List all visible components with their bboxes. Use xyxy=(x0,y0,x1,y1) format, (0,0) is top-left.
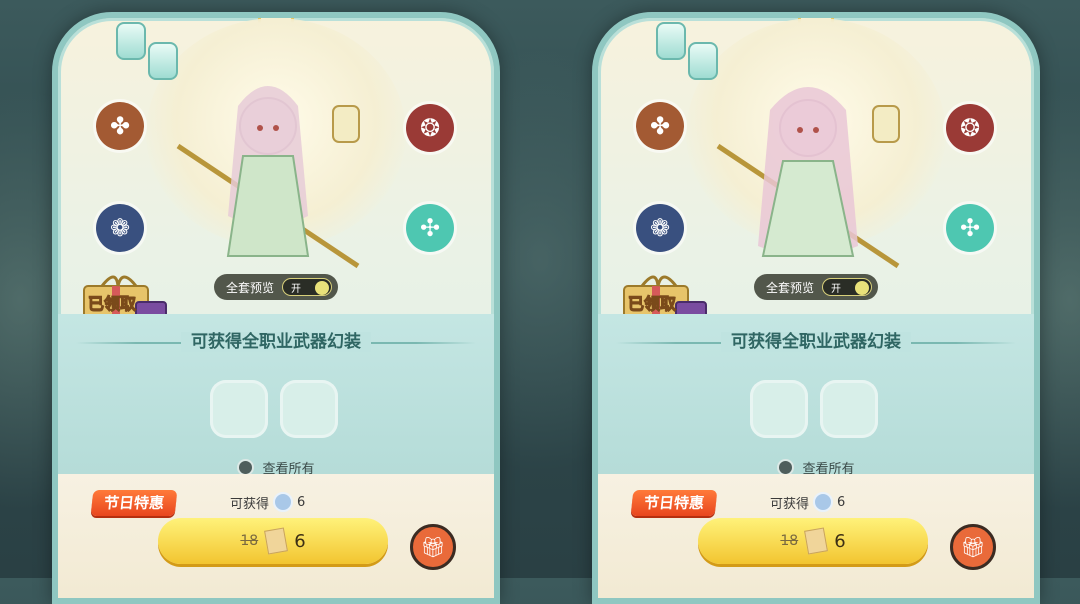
character-illustration xyxy=(176,86,360,269)
costume-card-right: ✤ ❂ ❁ ✣ 全套预览 开 已领取 可获得全职业武器幻装 查看所有 节日特惠 … xyxy=(592,12,1040,604)
obtain-label: 可获得 xyxy=(770,496,810,512)
costume-card-left: ✤ ❂ ❁ ✣ 全套预览 开 已领取 可获得全职业武器幻装 查看所有 节日特惠 … xyxy=(52,12,500,604)
teal-emblem-icon[interactable]: ✣ xyxy=(406,204,454,252)
toggle-knob xyxy=(855,281,870,295)
obtain-count: 6 xyxy=(297,494,306,510)
preview-label: 全套预览 xyxy=(766,280,815,295)
toggle-label: 开 xyxy=(291,283,302,295)
weapon-costume-spear[interactable] xyxy=(210,380,268,438)
weapon-section: 可获得全职业武器幻装 查看所有 xyxy=(598,314,1034,477)
claimed-label: 已领取 xyxy=(87,294,137,314)
festival-sale-badge: 节日特惠 xyxy=(90,490,178,516)
obtain-label: 可获得 xyxy=(230,496,270,512)
section-title-wrap: 可获得全职业武器幻装 xyxy=(598,327,1034,352)
original-price: 18 xyxy=(240,533,259,549)
festival-sale-badge: 节日特惠 xyxy=(630,490,718,516)
preview-label: 全套预览 xyxy=(226,280,275,295)
toggle-switch[interactable]: 开 xyxy=(282,278,333,296)
teal-emblem-icon[interactable]: ✣ xyxy=(946,204,994,252)
weapon-section: 可获得全职业武器幻装 查看所有 xyxy=(58,314,494,477)
brown-emblem-icon[interactable]: ✤ xyxy=(96,102,144,150)
full-set-preview-toggle[interactable]: 全套预览 开 xyxy=(754,274,879,300)
diamond-icon xyxy=(813,492,834,512)
weapon-costume-lantern[interactable] xyxy=(280,380,338,438)
weapon-costume-lantern[interactable] xyxy=(820,380,878,438)
section-title: 可获得全职业武器幻装 xyxy=(181,332,371,352)
diamond-icon xyxy=(273,492,294,512)
toggle-label: 开 xyxy=(831,283,842,295)
blue-emblem-icon[interactable]: ❁ xyxy=(636,204,684,252)
ticket-icon xyxy=(804,527,829,555)
original-price: 18 xyxy=(780,533,799,549)
section-title: 可获得全职业武器幻装 xyxy=(721,332,911,352)
ticket-icon xyxy=(264,527,289,555)
purchase-section: 节日特惠 可获得 6 18 6 🎁︎ xyxy=(598,474,1034,598)
blue-emblem-icon[interactable]: ❁ xyxy=(96,204,144,252)
character-illustration xyxy=(716,87,900,269)
section-title-wrap: 可获得全职业武器幻装 xyxy=(58,327,494,352)
purchase-section: 节日特惠 可获得 6 18 6 🎁︎ xyxy=(58,474,494,598)
gift-button-icon[interactable]: 🎁︎ xyxy=(950,524,996,570)
lantern-icon xyxy=(656,22,686,60)
brown-emblem-icon[interactable]: ✤ xyxy=(636,102,684,150)
weapon-costume-spear[interactable] xyxy=(750,380,808,438)
gift-button-icon[interactable]: 🎁︎ xyxy=(410,524,456,570)
red-emblem-icon[interactable]: ❂ xyxy=(406,104,454,152)
sale-price: 6 xyxy=(834,530,846,552)
toggle-knob xyxy=(315,281,330,295)
buy-button[interactable]: 18 6 xyxy=(698,518,928,564)
buy-button[interactable]: 18 6 xyxy=(158,518,388,564)
toggle-switch[interactable]: 开 xyxy=(822,278,873,296)
obtain-info: 可获得 6 xyxy=(230,492,305,512)
claimed-label: 已领取 xyxy=(627,294,677,314)
red-emblem-icon[interactable]: ❂ xyxy=(946,104,994,152)
lantern-icon xyxy=(116,22,146,60)
sale-price: 6 xyxy=(294,530,306,552)
obtain-info: 可获得 6 xyxy=(770,492,845,512)
full-set-preview-toggle[interactable]: 全套预览 开 xyxy=(214,274,339,300)
obtain-count: 6 xyxy=(837,494,846,510)
